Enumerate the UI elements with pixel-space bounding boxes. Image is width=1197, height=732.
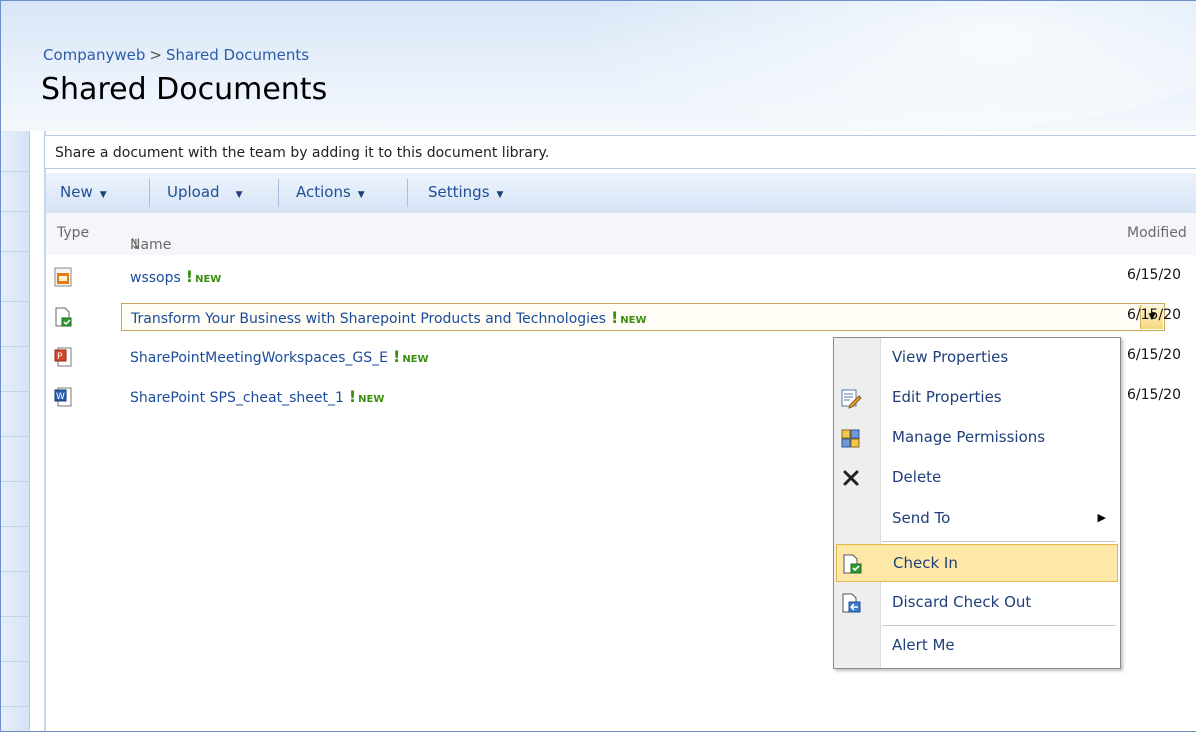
new-menu-button[interactable]: New ▼ <box>60 173 107 213</box>
upload-menu-label: Upload <box>167 183 220 201</box>
toolbar-divider <box>407 179 408 207</box>
page-title: Shared Documents <box>41 72 328 107</box>
new-badge: NEW <box>620 315 647 326</box>
chevron-down-icon: ▼ <box>99 190 107 200</box>
nav-divider <box>1 436 29 437</box>
menu-divider <box>882 541 1116 542</box>
breadcrumb-current[interactable]: Shared Documents <box>166 46 309 64</box>
breadcrumb-site-link[interactable]: Companyweb <box>43 46 145 64</box>
header-decoration <box>576 1 1196 131</box>
table-row-selected: Transform Your Business with Sharepoint … <box>46 297 1196 337</box>
document-name-hover-box[interactable]: Transform Your Business with Sharepoint … <box>121 303 1165 331</box>
nav-divider <box>1 171 29 172</box>
generic-doc-icon <box>54 267 72 287</box>
menu-item-label: View Properties <box>892 348 1009 366</box>
item-context-menu: View Properties Edit Properties Manage P… <box>833 337 1121 669</box>
document-link[interactable]: Transform Your Business with Sharepoint … <box>131 308 646 327</box>
nav-divider <box>1 301 29 302</box>
menu-item-delete[interactable]: Delete <box>836 459 1118 497</box>
document-name: wssops <box>130 270 181 286</box>
modified-date: 6/15/20 <box>1127 267 1181 283</box>
delete-icon <box>843 470 859 486</box>
column-header-modified[interactable]: Modified <box>1127 225 1187 241</box>
check-in-icon <box>843 554 862 574</box>
modified-date: 6/15/20 <box>1127 387 1181 403</box>
nav-divider <box>1 616 29 617</box>
new-badge: NEW <box>358 394 385 405</box>
new-menu-label: New <box>60 183 93 201</box>
menu-item-label: Manage Permissions <box>892 428 1046 446</box>
new-icon: ! <box>185 267 194 286</box>
permissions-icon <box>841 429 860 448</box>
discard-checkout-icon <box>842 593 861 613</box>
chevron-down-icon: ▼ <box>357 190 365 200</box>
new-icon: ! <box>610 308 619 327</box>
document-name: Transform Your Business with Sharepoint … <box>131 311 606 327</box>
actions-menu-label: Actions <box>296 183 351 201</box>
column-header-type[interactable]: Type <box>57 225 89 241</box>
chevron-down-icon: ▼ <box>235 190 243 200</box>
library-description: Share a document with the team by adding… <box>44 135 1196 169</box>
list-toolbar: New ▼ Upload ▼ Actions ▼ Settings ▼ <box>46 173 1196 214</box>
sort-descending-icon: ↓ <box>130 237 142 253</box>
menu-item-manage-permissions[interactable]: Manage Permissions <box>836 419 1118 457</box>
menu-item-view-properties[interactable]: View Properties <box>836 339 1118 377</box>
checked-out-doc-icon <box>55 307 72 327</box>
menu-item-send-to[interactable]: Send To ▶ <box>836 500 1118 538</box>
document-link[interactable]: SharePoint SPS_cheat_sheet_1! NEW <box>130 387 384 406</box>
nav-divider <box>1 251 29 252</box>
document-link[interactable]: SharePointMeetingWorkspaces_GS_E! NEW <box>130 347 429 366</box>
menu-item-label: Check In <box>893 554 958 572</box>
new-icon: ! <box>393 347 401 366</box>
menu-item-edit-properties[interactable]: Edit Properties <box>836 379 1118 417</box>
chevron-down-icon: ▼ <box>496 190 504 200</box>
menu-item-check-in[interactable]: Check In <box>836 544 1118 582</box>
nav-divider <box>1 706 29 707</box>
menu-item-label: Alert Me <box>892 636 955 654</box>
nav-divider <box>1 526 29 527</box>
word-doc-icon: W <box>54 387 72 407</box>
breadcrumb-separator: > <box>149 46 162 64</box>
table-row: wssops! NEW 6/15/20 <box>46 257 1196 297</box>
menu-item-label: Delete <box>892 468 942 486</box>
nav-divider <box>1 571 29 572</box>
menu-item-label: Edit Properties <box>892 388 1002 406</box>
svg-text:P: P <box>57 352 63 362</box>
document-link[interactable]: wssops! NEW <box>130 267 221 286</box>
edit-properties-icon <box>841 389 862 409</box>
column-header-row: Type Name ↓ Modified <box>46 213 1196 255</box>
menu-item-alert-me[interactable]: Alert Me <box>836 627 1118 665</box>
nav-divider <box>1 211 29 212</box>
powerpoint-doc-icon: P <box>54 347 72 367</box>
document-name: SharePoint SPS_cheat_sheet_1 <box>130 390 344 406</box>
menu-item-label: Discard Check Out <box>892 593 1032 611</box>
document-name: SharePointMeetingWorkspaces_GS_E <box>130 350 389 366</box>
nav-divider <box>1 391 29 392</box>
settings-menu-label: Settings <box>428 183 490 201</box>
breadcrumb: Companyweb > Shared Documents <box>43 46 309 64</box>
sharepoint-window: Companyweb > Shared Documents Shared Docum… <box>0 0 1196 732</box>
svg-text:W: W <box>56 392 65 402</box>
nav-divider <box>1 481 29 482</box>
submenu-arrow-icon: ▶ <box>1097 511 1106 524</box>
modified-date: 6/15/20 <box>1127 347 1181 363</box>
toolbar-divider <box>278 179 279 207</box>
toolbar-divider <box>149 179 150 207</box>
left-navigation <box>1 131 30 731</box>
menu-divider <box>882 625 1116 626</box>
menu-item-label: Send To <box>892 509 951 527</box>
new-badge: NEW <box>402 354 429 365</box>
settings-menu-button[interactable]: Settings ▼ <box>428 173 503 213</box>
new-badge: NEW <box>195 274 222 285</box>
menu-item-discard-check-out[interactable]: Discard Check Out <box>836 584 1118 622</box>
nav-divider <box>1 346 29 347</box>
actions-menu-button[interactable]: Actions ▼ <box>296 173 365 213</box>
page-header: Companyweb > Shared Documents Shared Docum… <box>1 1 1196 131</box>
modified-date: 6/15/20 <box>1127 307 1181 323</box>
nav-divider <box>1 661 29 662</box>
new-icon: ! <box>348 387 357 406</box>
upload-menu-button[interactable]: Upload ▼ <box>167 173 242 213</box>
